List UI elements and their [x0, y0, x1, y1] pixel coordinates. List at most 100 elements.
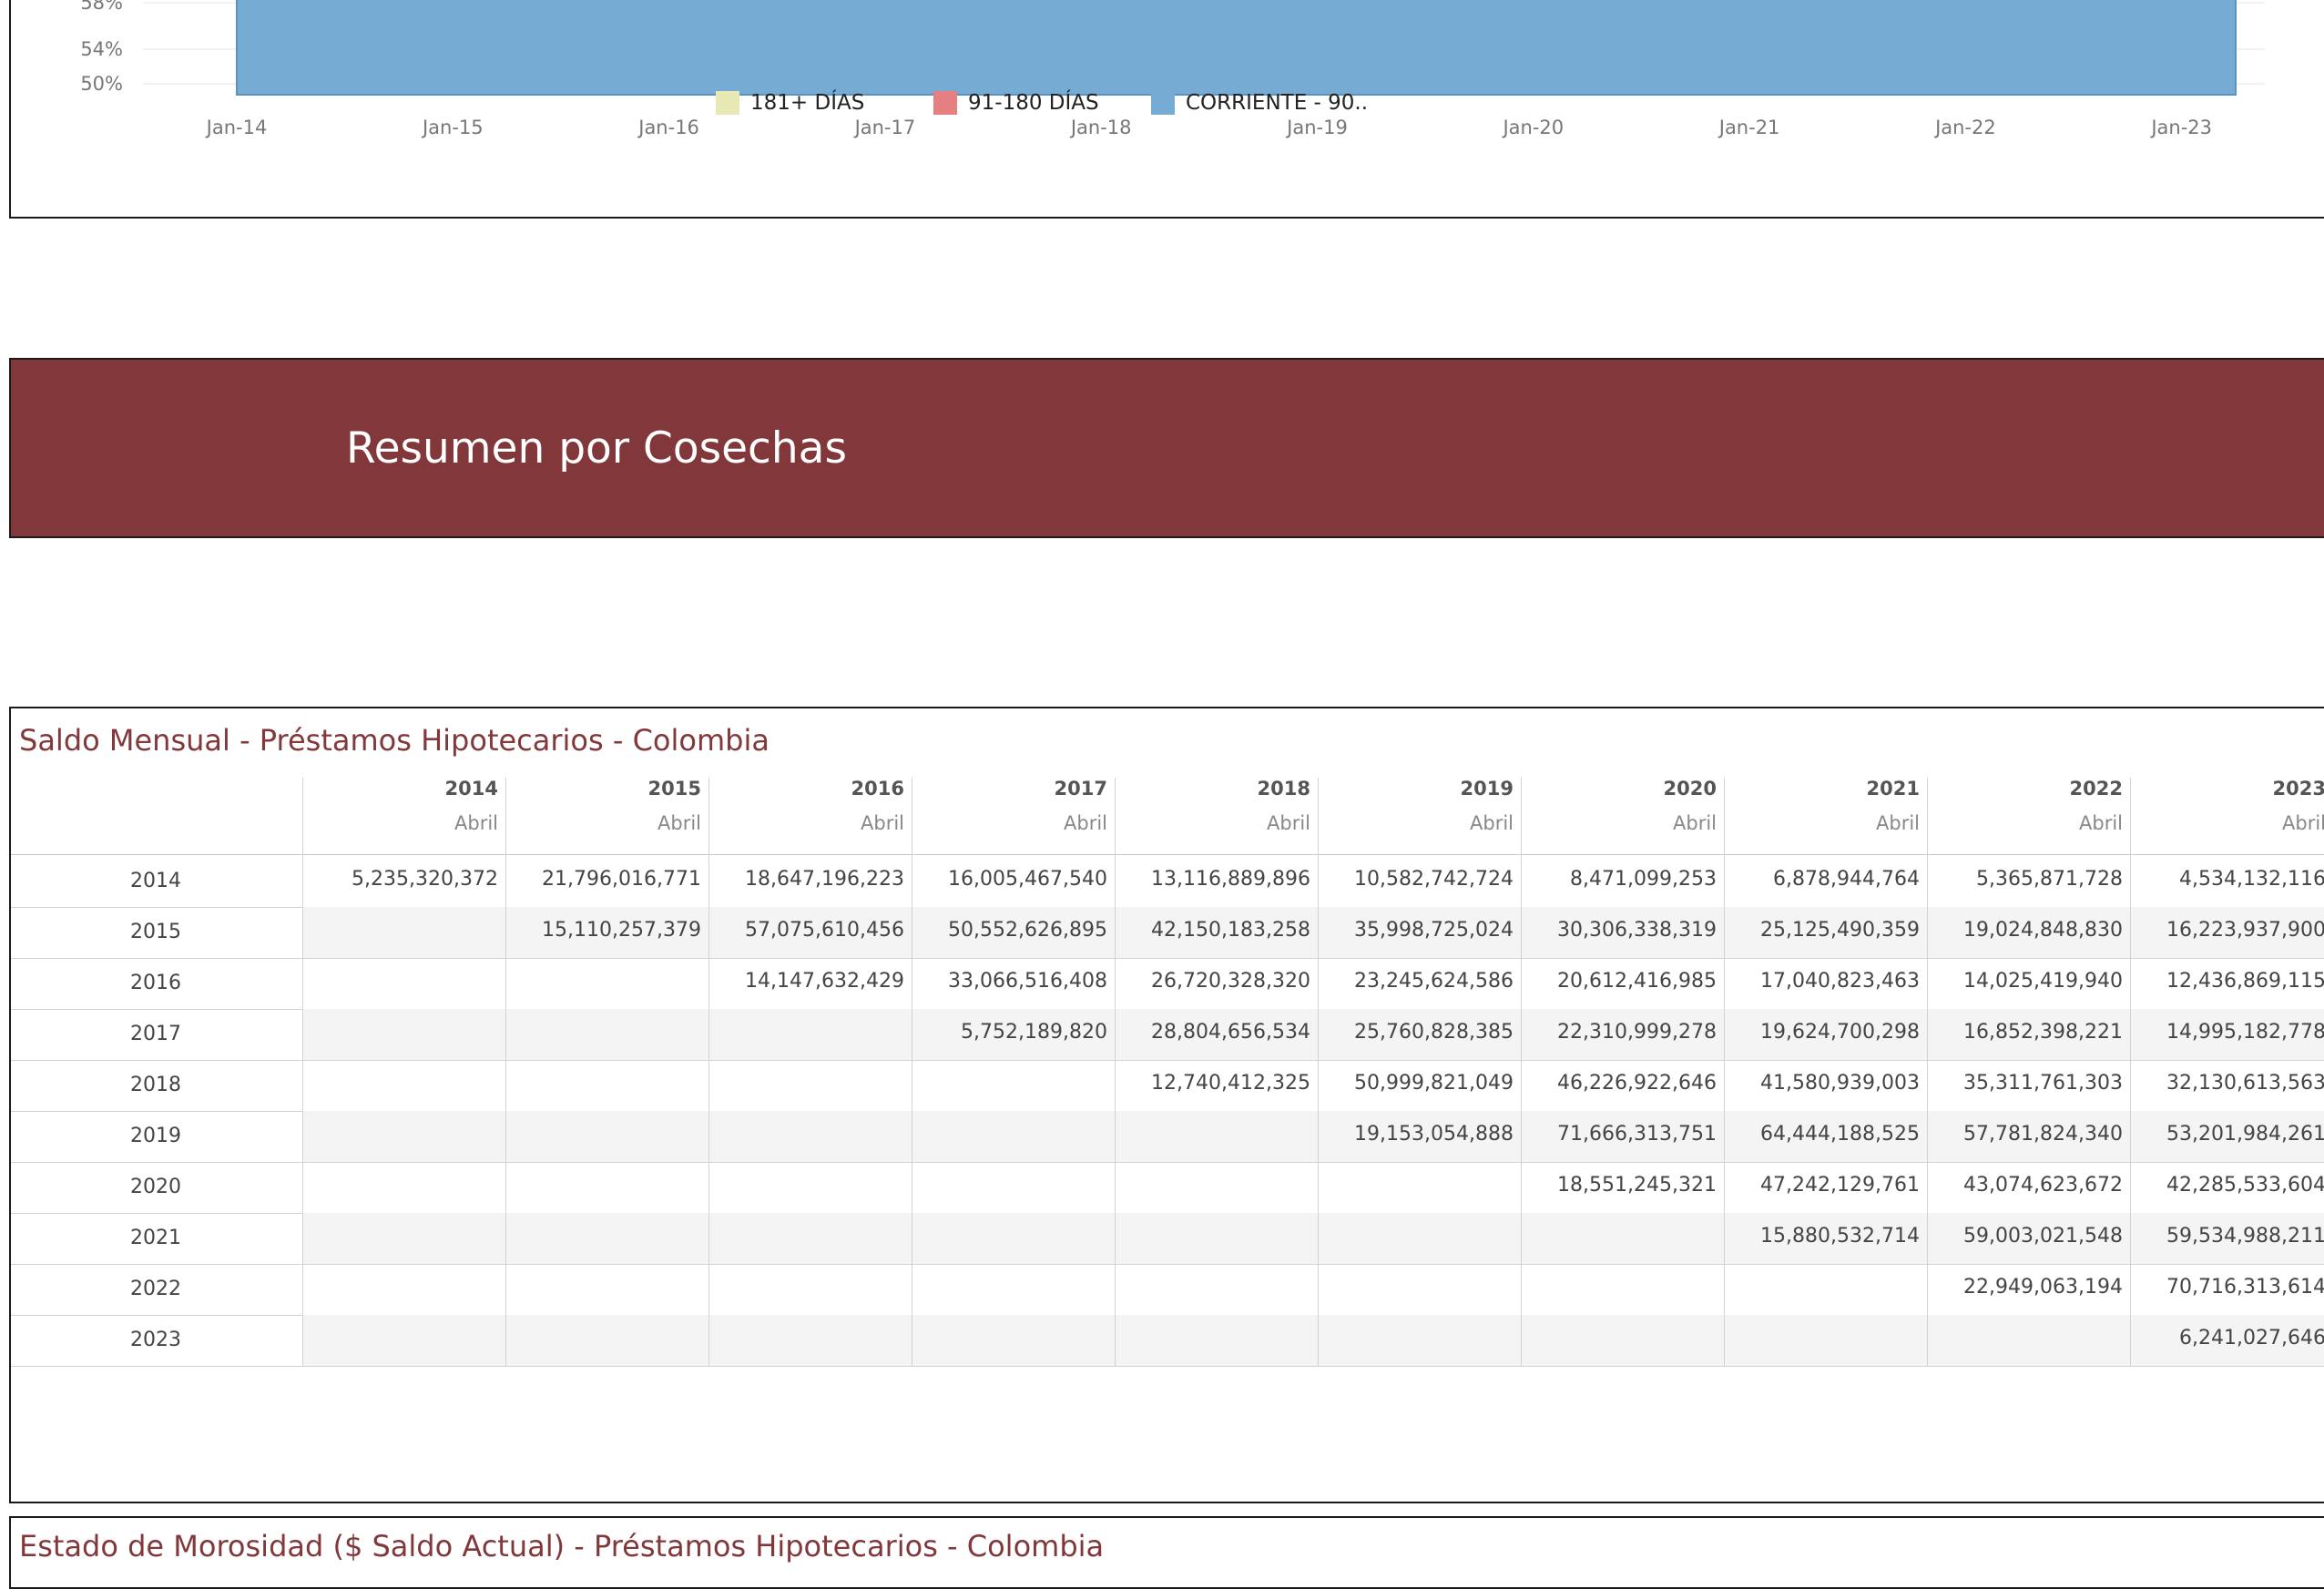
- table-cell[interactable]: 64,444,188,525: [1724, 1111, 1927, 1162]
- table-cell[interactable]: 47,242,129,761: [1724, 1162, 1927, 1213]
- table-cell[interactable]: [1115, 1111, 1318, 1162]
- row-header-year[interactable]: 2021: [11, 1213, 301, 1264]
- table-cell[interactable]: [912, 1111, 1115, 1162]
- table-cell[interactable]: 57,781,824,340: [1927, 1111, 2130, 1162]
- table-cell[interactable]: 41,580,939,003: [1724, 1060, 1927, 1111]
- table-cell[interactable]: [302, 1111, 505, 1162]
- table-cell[interactable]: [708, 1060, 912, 1111]
- table-cell[interactable]: 5,365,871,728: [1927, 856, 2130, 907]
- table-cell[interactable]: 70,716,313,614: [2130, 1264, 2324, 1315]
- table-cell[interactable]: [1724, 1264, 1927, 1315]
- column-header-year[interactable]: 2015: [505, 778, 701, 800]
- table-cell[interactable]: [1521, 1213, 1724, 1264]
- row-header-year[interactable]: 2022: [11, 1264, 301, 1315]
- table-cell[interactable]: [505, 958, 708, 1009]
- table-cell[interactable]: 8,471,099,253: [1521, 856, 1724, 907]
- table-cell[interactable]: [912, 1060, 1115, 1111]
- table-cell[interactable]: [302, 958, 505, 1009]
- table-cell[interactable]: 16,005,467,540: [912, 856, 1115, 907]
- table-cell[interactable]: [505, 1009, 708, 1060]
- column-header-year[interactable]: 2016: [708, 778, 904, 800]
- table-cell[interactable]: [1115, 1315, 1318, 1366]
- table-cell[interactable]: 32,130,613,563: [2130, 1060, 2324, 1111]
- table-cell[interactable]: 13,116,889,896: [1115, 856, 1318, 907]
- legend-item[interactable]: CORRIENTE - 90..: [1151, 91, 1368, 115]
- table-cell[interactable]: [1115, 1213, 1318, 1264]
- table-cell[interactable]: 35,998,725,024: [1318, 907, 1521, 958]
- table-cell[interactable]: 28,804,656,534: [1115, 1009, 1318, 1060]
- row-header-year[interactable]: 2014: [11, 856, 301, 907]
- table-cell[interactable]: [302, 1315, 505, 1366]
- table-cell[interactable]: 22,949,063,194: [1927, 1264, 2130, 1315]
- row-header-year[interactable]: 2023: [11, 1315, 301, 1366]
- table-cell[interactable]: 43,074,623,672: [1927, 1162, 2130, 1213]
- column-header-year[interactable]: 2019: [1318, 778, 1514, 800]
- table-cell[interactable]: 4,534,132,116: [2130, 856, 2324, 907]
- table-cell[interactable]: [912, 1315, 1115, 1366]
- table-cell[interactable]: [505, 1315, 708, 1366]
- table-cell[interactable]: [912, 1264, 1115, 1315]
- table-cell[interactable]: 25,125,490,359: [1724, 907, 1927, 958]
- table-cell[interactable]: 46,226,922,646: [1521, 1060, 1724, 1111]
- row-header-year[interactable]: 2018: [11, 1060, 301, 1111]
- column-header-year[interactable]: 2018: [1115, 778, 1310, 800]
- table-cell[interactable]: [1521, 1264, 1724, 1315]
- table-cell[interactable]: 6,878,944,764: [1724, 856, 1927, 907]
- table-cell[interactable]: [708, 1162, 912, 1213]
- table-cell[interactable]: 23,245,624,586: [1318, 958, 1521, 1009]
- table-cell[interactable]: 15,110,257,379: [505, 907, 708, 958]
- table-cell[interactable]: 59,003,021,548: [1927, 1213, 2130, 1264]
- table-cell[interactable]: 16,223,937,900: [2130, 907, 2324, 958]
- table-cell[interactable]: [1318, 1264, 1521, 1315]
- table-cell[interactable]: 35,311,761,303: [1927, 1060, 2130, 1111]
- table-cell[interactable]: [505, 1162, 708, 1213]
- table-cell[interactable]: 5,235,320,372: [302, 856, 505, 907]
- column-header-year[interactable]: 2017: [912, 778, 1107, 800]
- table-cell[interactable]: [302, 1060, 505, 1111]
- table-cell[interactable]: [505, 1264, 708, 1315]
- table-cell[interactable]: 20,612,416,985: [1521, 958, 1724, 1009]
- table-cell[interactable]: 14,025,419,940: [1927, 958, 2130, 1009]
- row-header-year[interactable]: 2020: [11, 1162, 301, 1213]
- table-cell[interactable]: [505, 1213, 708, 1264]
- table-cell[interactable]: 50,999,821,049: [1318, 1060, 1521, 1111]
- table-cell[interactable]: 16,852,398,221: [1927, 1009, 2130, 1060]
- table-cell[interactable]: 10,582,742,724: [1318, 856, 1521, 907]
- table-cell[interactable]: 6,241,027,646: [2130, 1315, 2324, 1366]
- legend-item[interactable]: 181+ DÍAS: [716, 91, 864, 115]
- table-cell[interactable]: 19,024,848,830: [1927, 907, 2130, 958]
- row-header-year[interactable]: 2019: [11, 1111, 301, 1162]
- table-cell[interactable]: [912, 1213, 1115, 1264]
- table-cell[interactable]: 42,150,183,258: [1115, 907, 1318, 958]
- table-cell[interactable]: [1318, 1162, 1521, 1213]
- table-cell[interactable]: 18,551,245,321: [1521, 1162, 1724, 1213]
- table-cell[interactable]: [1318, 1315, 1521, 1366]
- table-cell[interactable]: [1115, 1162, 1318, 1213]
- table-cell[interactable]: 14,995,182,778: [2130, 1009, 2324, 1060]
- column-header-year[interactable]: 2021: [1724, 778, 1920, 800]
- table-cell[interactable]: [302, 1162, 505, 1213]
- table-cell[interactable]: 30,306,338,319: [1521, 907, 1724, 958]
- table-cell[interactable]: [302, 1213, 505, 1264]
- table-cell[interactable]: 53,201,984,261: [2130, 1111, 2324, 1162]
- row-header-year[interactable]: 2015: [11, 907, 301, 958]
- table-cell[interactable]: [708, 1213, 912, 1264]
- table-cell[interactable]: [302, 907, 505, 958]
- table-cell[interactable]: [912, 1162, 1115, 1213]
- table-cell[interactable]: 19,153,054,888: [1318, 1111, 1521, 1162]
- table-cell[interactable]: [708, 1009, 912, 1060]
- table-cell[interactable]: 26,720,328,320: [1115, 958, 1318, 1009]
- table-cell[interactable]: [1927, 1315, 2130, 1366]
- table-cell[interactable]: 25,760,828,385: [1318, 1009, 1521, 1060]
- table-cell[interactable]: 22,310,999,278: [1521, 1009, 1724, 1060]
- row-header-year[interactable]: 2016: [11, 958, 301, 1009]
- column-header-year[interactable]: 2020: [1521, 778, 1717, 800]
- table-cell[interactable]: 57,075,610,456: [708, 907, 912, 958]
- table-cell[interactable]: [302, 1009, 505, 1060]
- table-cell[interactable]: [302, 1264, 505, 1315]
- table-cell[interactable]: 21,796,016,771: [505, 856, 708, 907]
- table-cell[interactable]: [708, 1315, 912, 1366]
- table-cell[interactable]: 12,436,869,115: [2130, 958, 2324, 1009]
- table-cell[interactable]: 33,066,516,408: [912, 958, 1115, 1009]
- column-header-year[interactable]: 2022: [1927, 778, 2123, 800]
